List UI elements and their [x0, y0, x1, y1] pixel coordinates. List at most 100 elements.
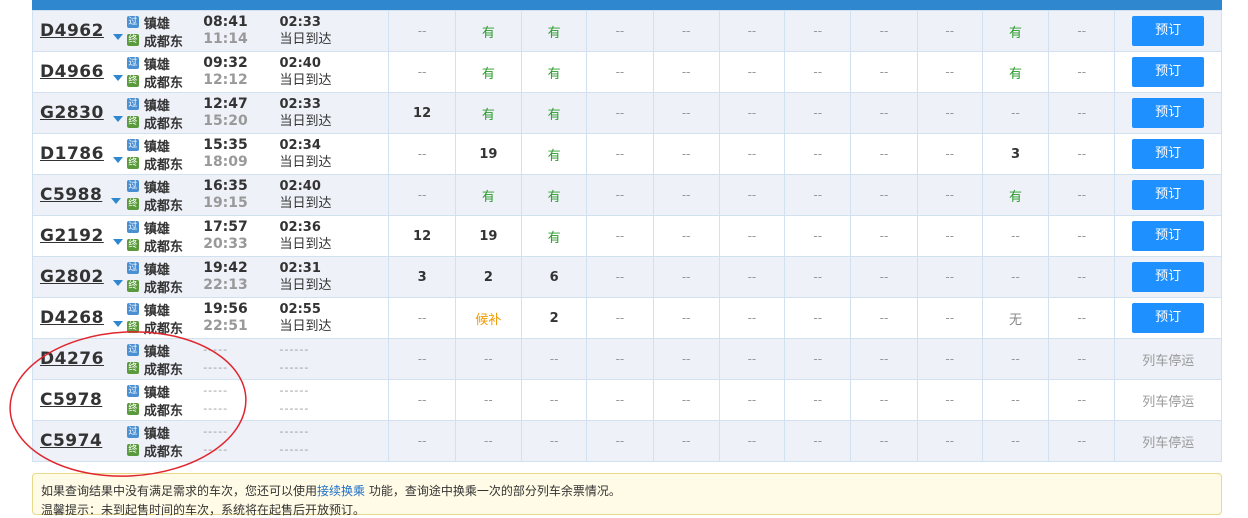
- transfer-link[interactable]: 接续换乘: [317, 484, 365, 498]
- seat-availability-cell[interactable]: 有: [454, 174, 523, 216]
- seat-availability: 12: [413, 228, 432, 244]
- chevron-down-icon[interactable]: [112, 239, 123, 245]
- book-button[interactable]: 预订: [1132, 16, 1205, 46]
- train-results-table: D4962 过镇雄终成都东 08:41 11:14 02:33 当日到达 -- 有有 -- -- -…: [31, 10, 1222, 462]
- train-row: G2802 过镇雄终成都东 19:42 22:13 02:31 当日到达 3 2 6 -- -- --…: [31, 256, 1222, 298]
- seat-availability-cell[interactable]: 3: [981, 133, 1050, 175]
- seat-availability-cell[interactable]: 有: [454, 10, 523, 52]
- train-number-link[interactable]: G2830: [40, 103, 104, 123]
- seat-availability-cell[interactable]: 候补: [454, 297, 523, 339]
- seat-availability-cell[interactable]: 12: [388, 92, 456, 134]
- station-cell: 过镇雄终成都东: [126, 256, 204, 298]
- seat-availability-cell[interactable]: 有: [520, 215, 588, 257]
- train-number-link[interactable]: G2192: [40, 226, 104, 246]
- seat-availability: --: [813, 229, 823, 243]
- book-button[interactable]: 预订: [1132, 262, 1205, 292]
- seat-availability-cell[interactable]: 有: [520, 133, 588, 175]
- seat-availability-cell[interactable]: 有: [520, 51, 588, 93]
- arrival-time: -----: [203, 361, 229, 374]
- seat-availability-cell[interactable]: 有: [981, 51, 1050, 93]
- action-cell: 预订: [1114, 174, 1222, 216]
- train-number-link[interactable]: D1786: [40, 144, 104, 164]
- seat-availability-cell: --: [718, 51, 786, 93]
- seat-availability-cell[interactable]: 有: [981, 174, 1050, 216]
- seat-availability-cell[interactable]: 有: [454, 92, 523, 134]
- seat-availability: --: [417, 393, 427, 407]
- pass-station-icon: 过: [126, 344, 139, 356]
- seat-availability-cell: --: [586, 338, 654, 380]
- seat-availability: --: [484, 434, 493, 448]
- train-number-link[interactable]: D4962: [40, 21, 104, 41]
- seat-availability-cell[interactable]: 6: [520, 256, 588, 298]
- chevron-down-icon[interactable]: [112, 280, 123, 286]
- seat-availability-cell: --: [1048, 338, 1116, 380]
- book-button[interactable]: 预订: [1132, 98, 1205, 128]
- to-station: 成都东: [143, 280, 183, 296]
- terminal-station-icon: 终: [126, 157, 139, 169]
- seat-availability-cell: --: [981, 338, 1050, 380]
- seat-availability-cell[interactable]: 19: [454, 133, 523, 175]
- book-button[interactable]: 预订: [1132, 57, 1205, 87]
- duration: 02:36: [279, 220, 321, 235]
- seat-availability-cell: --: [718, 215, 786, 257]
- seat-availability-cell[interactable]: 有: [981, 10, 1050, 52]
- seat-availability: --: [1077, 229, 1087, 243]
- seat-availability-cell[interactable]: 2: [454, 256, 523, 298]
- train-number-link[interactable]: C5988: [40, 185, 102, 205]
- train-number-cell: D4966: [31, 51, 127, 93]
- book-button[interactable]: 预订: [1132, 139, 1205, 169]
- seat-availability-cell: --: [586, 256, 654, 298]
- duration: 02:40: [279, 179, 321, 194]
- train-number-link[interactable]: D4966: [40, 62, 104, 82]
- seat-availability-cell: --: [388, 338, 456, 380]
- train-number-link[interactable]: D4268: [40, 308, 104, 328]
- train-results-panel: D4962 过镇雄终成都东 08:41 11:14 02:33 当日到达 -- 有有 -- -- -…: [31, 0, 1222, 517]
- train-number-link[interactable]: G2802: [40, 267, 104, 287]
- terminal-station-icon: 终: [126, 198, 139, 210]
- book-button[interactable]: 预订: [1132, 221, 1205, 251]
- seat-availability: --: [813, 24, 823, 38]
- seat-availability: --: [681, 24, 691, 38]
- seat-availability: --: [681, 270, 691, 284]
- seat-availability-cell[interactable]: 有: [520, 174, 588, 216]
- arrival-day-note: 当日到达: [279, 196, 332, 211]
- arrival-time: 12:12: [203, 72, 248, 88]
- train-number-cell: D4276: [31, 338, 127, 380]
- to-station: 成都东: [143, 75, 183, 91]
- seat-availability-cell: --: [586, 133, 654, 175]
- chevron-down-icon[interactable]: [112, 157, 123, 163]
- seat-availability: --: [1011, 352, 1020, 366]
- seat-availability: --: [945, 270, 955, 284]
- train-number-link[interactable]: C5974: [40, 431, 102, 451]
- seat-availability: 有: [547, 107, 561, 123]
- departure-time: 09:32: [203, 55, 248, 71]
- terminal-station-icon: 终: [126, 362, 139, 374]
- train-row: C5988 过镇雄终成都东 16:35 19:15 02:40 当日到达 -- 有有 -- -- -…: [31, 174, 1222, 216]
- seat-availability-cell[interactable]: 12: [388, 215, 456, 257]
- seat-availability-cell[interactable]: 有: [454, 51, 523, 93]
- arrival-time: 18:09: [203, 154, 248, 170]
- train-number-link[interactable]: D4276: [40, 349, 104, 369]
- seat-availability-cell[interactable]: 有: [520, 10, 588, 52]
- seat-availability: --: [484, 352, 493, 366]
- train-number-link[interactable]: C5978: [40, 390, 102, 410]
- chevron-down-icon[interactable]: [112, 321, 123, 327]
- arrival-day-note: 当日到达: [279, 32, 332, 47]
- chevron-down-icon[interactable]: [112, 75, 123, 81]
- seat-availability: --: [681, 147, 691, 161]
- seat-availability-cell[interactable]: 3: [388, 256, 456, 298]
- seat-availability-cell[interactable]: 2: [520, 297, 588, 339]
- seat-availability-cell: --: [586, 379, 654, 421]
- seat-availability-cell: --: [850, 51, 918, 93]
- chevron-down-icon[interactable]: [111, 198, 122, 204]
- book-button[interactable]: 预订: [1132, 303, 1205, 333]
- terminal-station-icon: 终: [126, 239, 139, 251]
- chevron-down-icon[interactable]: [112, 34, 123, 40]
- train-row: D4966 过镇雄终成都东 09:32 12:12 02:40 当日到达 -- 有有 -- -- -…: [31, 51, 1222, 93]
- book-button[interactable]: 预订: [1132, 180, 1205, 210]
- seat-availability-cell[interactable]: 19: [454, 215, 523, 257]
- terminal-station-icon: 终: [126, 116, 139, 128]
- chevron-down-icon[interactable]: [112, 116, 123, 122]
- station-cell: 过镇雄终成都东: [126, 10, 204, 52]
- seat-availability-cell[interactable]: 有: [520, 92, 588, 134]
